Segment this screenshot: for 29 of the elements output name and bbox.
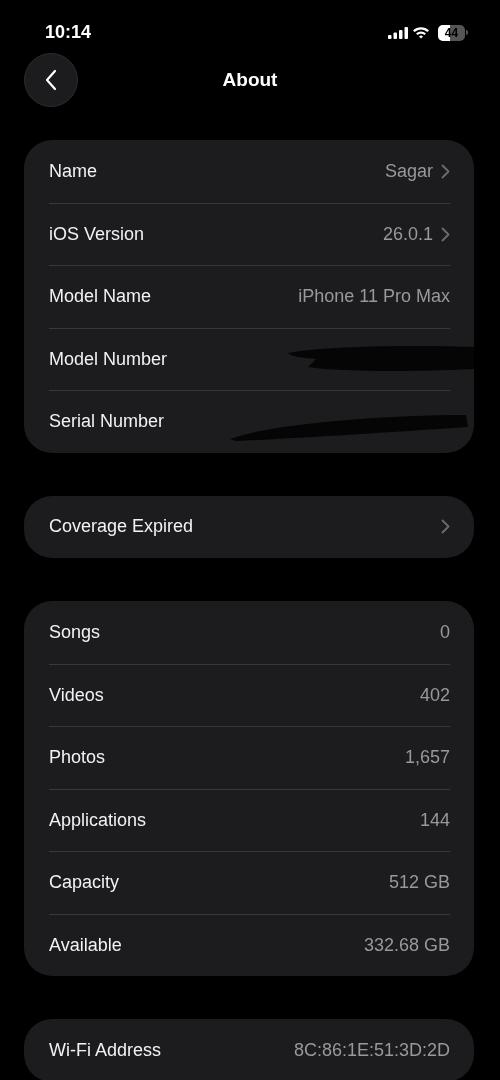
row-label: Videos [49, 683, 104, 707]
row-value: 1,657 [404, 746, 450, 770]
row-label: Model Name [49, 285, 152, 309]
row-label: Coverage Expired [49, 515, 194, 539]
row-label: Songs [49, 620, 101, 644]
row-value: 8C:86:1E:51:3D:2D [293, 1038, 450, 1062]
row-value: 0 [440, 620, 450, 644]
row-label: Wi-Fi Address [49, 1038, 162, 1062]
row-label: Available [49, 933, 122, 957]
back-icon [45, 69, 57, 91]
signal-icon [388, 26, 408, 39]
page-title: About [222, 68, 278, 92]
row-value: 26.0.1 [382, 222, 433, 246]
status-time: 10:14 [45, 21, 92, 44]
row-label: Capacity [49, 871, 120, 895]
row-label: iOS Version [49, 222, 145, 246]
wifi-icon [412, 26, 430, 39]
row-label: Model Number [49, 347, 168, 371]
row-value: 512 GB [388, 871, 450, 895]
back-button[interactable] [24, 53, 78, 107]
row-value: 144 [419, 808, 450, 832]
row-value: iPhone 11 Pro Max [298, 285, 450, 309]
row-value: 332.68 GB [363, 933, 450, 957]
row-value: 402 [419, 683, 450, 707]
row-label: Photos [49, 746, 106, 770]
row-value: Sagar [384, 159, 433, 183]
row-label: Name [49, 159, 97, 183]
row-label: Applications [49, 808, 147, 832]
row-label: Serial Number [49, 410, 165, 434]
